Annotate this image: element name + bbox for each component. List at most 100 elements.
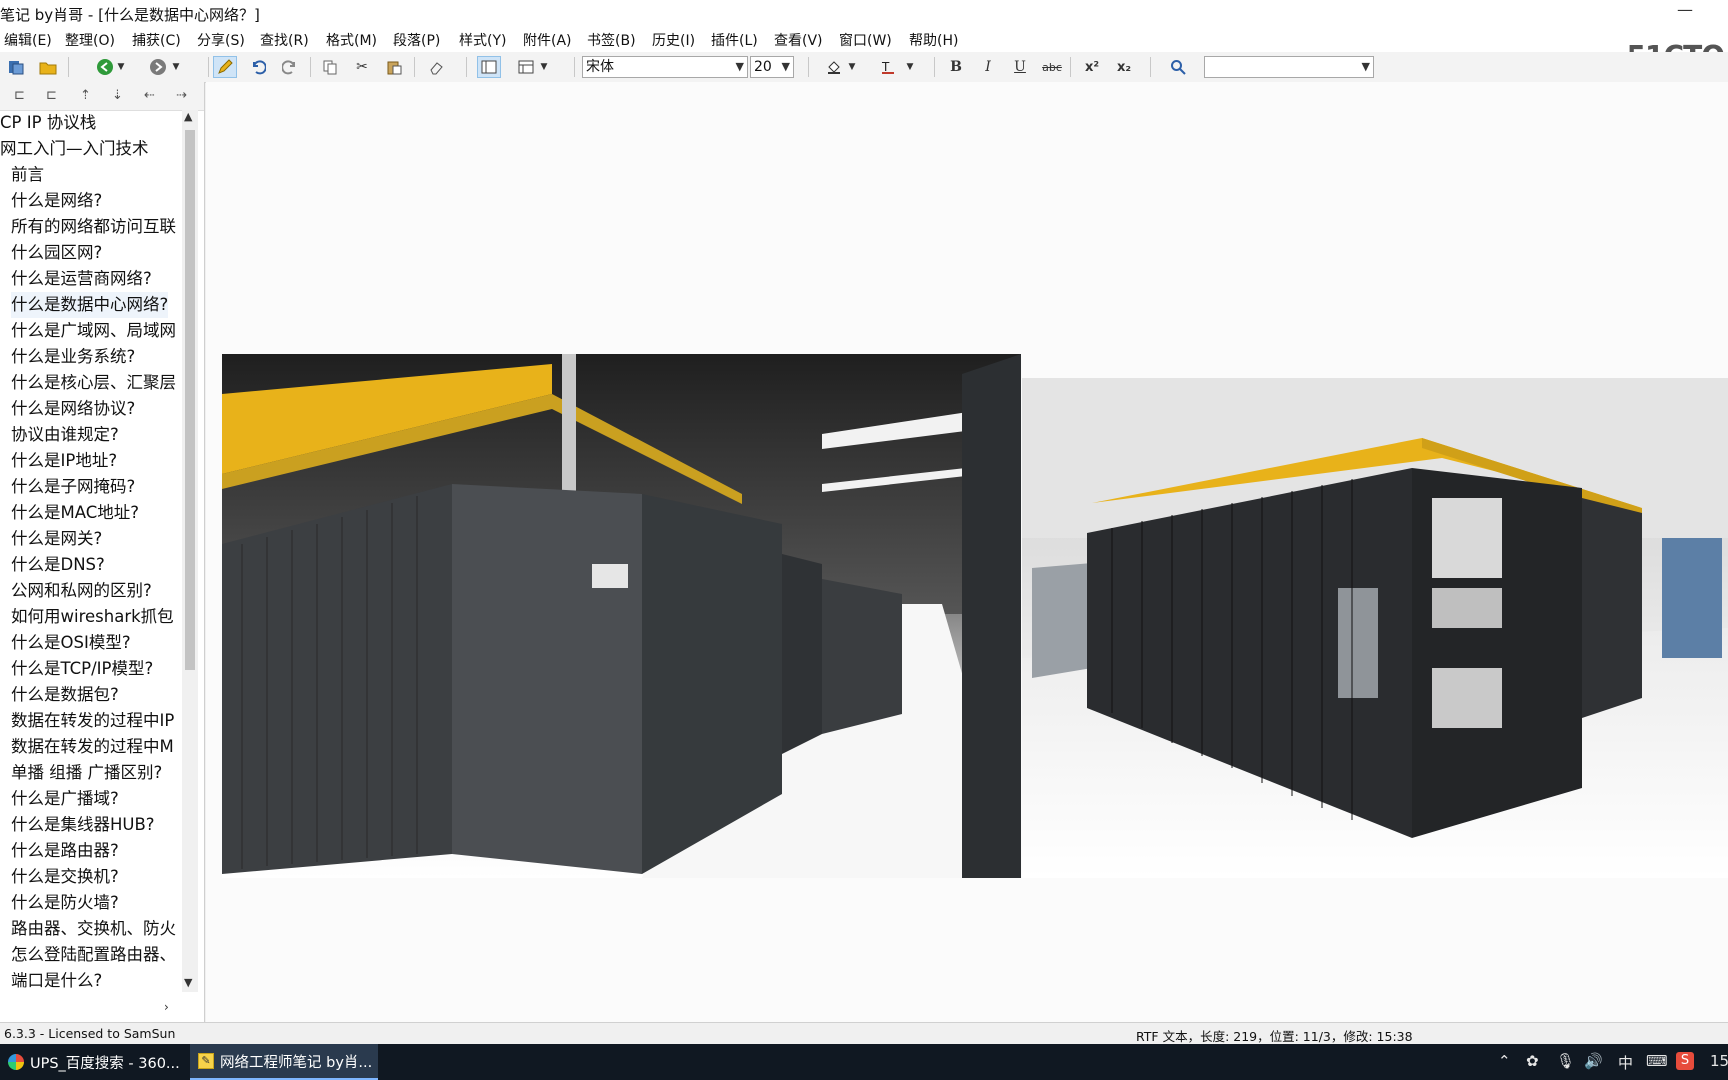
tree-item[interactable]: 路由器、交换机、防火 bbox=[11, 916, 176, 942]
underline-icon[interactable]: U bbox=[1008, 56, 1032, 78]
font-size-select[interactable]: 20 ▼ bbox=[750, 56, 794, 78]
indent-icon[interactable]: ⇢ bbox=[176, 88, 187, 103]
add-child-icon[interactable]: ⊏ bbox=[14, 88, 25, 103]
font-name-select[interactable]: 宋体 ▼ bbox=[582, 56, 748, 78]
tree-item[interactable]: CP IP 协议栈 bbox=[0, 110, 96, 136]
tree-item[interactable]: 什么是运营商网络? bbox=[11, 266, 152, 292]
scroll-right-icon[interactable]: › bbox=[164, 1000, 169, 1014]
text-color-icon[interactable]: T bbox=[876, 56, 900, 78]
italic-icon[interactable]: I bbox=[976, 56, 1000, 78]
show-hidden-icons-icon[interactable]: ⌃ bbox=[1498, 1052, 1511, 1070]
cut-icon[interactable]: ✂ bbox=[350, 56, 374, 78]
menu-plugins[interactable]: 插件(L) bbox=[711, 30, 758, 50]
pen-icon[interactable] bbox=[213, 56, 237, 78]
text-color-dropdown-icon[interactable]: ▼ bbox=[904, 56, 916, 78]
copy-icon[interactable] bbox=[318, 56, 342, 78]
forward-icon[interactable] bbox=[146, 56, 170, 78]
sogou-icon[interactable]: S bbox=[1676, 1052, 1694, 1070]
tree-item[interactable]: 什么是路由器? bbox=[11, 838, 119, 864]
input-method-indicator[interactable]: 中 bbox=[1618, 1052, 1633, 1073]
tree-item[interactable]: 数据在转发的过程中IP bbox=[11, 708, 174, 734]
table-icon[interactable] bbox=[514, 56, 538, 78]
table-dropdown-icon[interactable]: ▼ bbox=[538, 56, 550, 78]
tree-item[interactable]: 端口是什么? bbox=[11, 968, 102, 994]
tree-item[interactable]: 什么是网络协议? bbox=[11, 396, 135, 422]
menu-paragraph[interactable]: 段落(P) bbox=[393, 30, 440, 50]
tree-item[interactable]: 如何用wireshark抓包 bbox=[11, 604, 174, 630]
tree-item[interactable]: 什么是DNS? bbox=[11, 552, 105, 578]
menu-history[interactable]: 历史(I) bbox=[652, 30, 695, 50]
tree-item[interactable]: 所有的网络都访问互联 bbox=[11, 214, 176, 240]
menu-attachment[interactable]: 附件(A) bbox=[523, 30, 572, 50]
redo-icon[interactable] bbox=[278, 56, 302, 78]
volume-icon[interactable]: 🔊 bbox=[1584, 1052, 1603, 1070]
menu-share[interactable]: 分享(S) bbox=[197, 30, 245, 50]
forward-dropdown-icon[interactable]: ▼ bbox=[170, 56, 182, 78]
tree-scrollbar[interactable]: ▲ ▼ bbox=[182, 110, 198, 992]
tree-item[interactable]: 什么是MAC地址? bbox=[11, 500, 139, 526]
microphone-icon[interactable]: 🎙 bbox=[1556, 1052, 1575, 1070]
tree-item[interactable]: 协议由谁规定? bbox=[11, 422, 119, 448]
tree-item[interactable]: 什么是TCP/IP模型? bbox=[11, 656, 153, 682]
tree-item[interactable]: 什么是交换机? bbox=[11, 864, 119, 890]
menu-help[interactable]: 帮助(H) bbox=[909, 30, 958, 50]
tree-item[interactable]: 怎么登陆配置路由器、 bbox=[11, 942, 176, 968]
tree-item[interactable]: 网工入门—入门技术 bbox=[0, 136, 149, 162]
paste-icon[interactable] bbox=[382, 56, 406, 78]
open-folder-icon[interactable] bbox=[36, 56, 60, 78]
tree-item[interactable]: 公网和私网的区别? bbox=[11, 578, 152, 604]
tree-item[interactable]: 什么是IP地址? bbox=[11, 448, 117, 474]
menu-style[interactable]: 样式(Y) bbox=[459, 30, 506, 50]
superscript-icon[interactable]: x² bbox=[1080, 56, 1104, 78]
tree-item[interactable]: 什么是数据包? bbox=[11, 682, 119, 708]
tree-item[interactable]: 什么是业务系统? bbox=[11, 344, 135, 370]
move-down-icon[interactable]: ⇣ bbox=[112, 88, 123, 103]
subscript-icon[interactable]: x₂ bbox=[1112, 56, 1136, 78]
undo-icon[interactable] bbox=[246, 56, 270, 78]
back-dropdown-icon[interactable]: ▼ bbox=[115, 56, 127, 78]
fill-color-dropdown-icon[interactable]: ▼ bbox=[846, 56, 858, 78]
add-sibling-icon[interactable]: ⊏ bbox=[46, 88, 57, 103]
menu-edit[interactable]: 编辑(E) bbox=[4, 30, 52, 50]
tree-item[interactable]: 什么是防火墙? bbox=[11, 890, 119, 916]
note-editor[interactable] bbox=[206, 82, 1728, 1022]
tree-item[interactable]: 前言 bbox=[11, 162, 44, 188]
tree-item[interactable]: 什么是广域网、局域网 bbox=[11, 318, 176, 344]
tree-item[interactable]: 什么是网关? bbox=[11, 526, 102, 552]
menu-capture[interactable]: 捕获(C) bbox=[132, 30, 181, 50]
tree-item[interactable]: 什么是集线器HUB? bbox=[11, 812, 155, 838]
layout-icon[interactable] bbox=[477, 56, 501, 78]
taskbar-item-browser[interactable]: UPS_百度搜索 - 360... bbox=[0, 1044, 184, 1080]
menu-view[interactable]: 查看(V) bbox=[774, 30, 823, 50]
tree-item[interactable]: 什么是网络? bbox=[11, 188, 102, 214]
scroll-down-icon[interactable]: ▼ bbox=[184, 976, 192, 989]
bold-icon[interactable]: B bbox=[944, 56, 968, 78]
eraser-icon[interactable] bbox=[424, 56, 448, 78]
scrollbar-thumb[interactable] bbox=[185, 130, 195, 670]
menu-organize[interactable]: 整理(O) bbox=[65, 30, 115, 50]
search-icon[interactable] bbox=[1166, 56, 1190, 78]
menu-window[interactable]: 窗口(W) bbox=[839, 30, 892, 50]
app-tray-icon[interactable]: ✿ bbox=[1526, 1052, 1539, 1070]
tree-item[interactable]: 什么园区网? bbox=[11, 240, 102, 266]
menu-find[interactable]: 查找(R) bbox=[260, 30, 309, 50]
minimize-button[interactable]: — bbox=[1668, 0, 1702, 26]
tree-item[interactable]: 什么是OSI模型? bbox=[11, 630, 131, 656]
move-up-icon[interactable]: ⇡ bbox=[80, 88, 91, 103]
search-combo[interactable]: ▼ bbox=[1204, 56, 1374, 78]
menu-format[interactable]: 格式(M) bbox=[326, 30, 377, 50]
strikethrough-icon[interactable]: abc bbox=[1040, 56, 1064, 78]
outdent-icon[interactable]: ⇠ bbox=[144, 88, 155, 103]
tree-item[interactable]: 什么是子网掩码? bbox=[11, 474, 135, 500]
tree-item[interactable]: 单播 组播 广播区别? bbox=[11, 760, 162, 786]
menu-bookmark[interactable]: 书签(B) bbox=[587, 30, 636, 50]
clock[interactable]: 15 bbox=[1710, 1052, 1728, 1070]
new-note-icon[interactable] bbox=[4, 56, 28, 78]
tree-item[interactable]: 什么是广播域? bbox=[11, 786, 119, 812]
back-icon[interactable] bbox=[93, 56, 117, 78]
tree-item[interactable]: 什么是数据中心网络? bbox=[11, 292, 169, 318]
fill-color-icon[interactable] bbox=[822, 56, 846, 78]
tree-item[interactable]: 数据在转发的过程中M bbox=[11, 734, 174, 760]
scroll-up-icon[interactable]: ▲ bbox=[184, 110, 192, 123]
taskbar-item-notes[interactable]: ✎ 网络工程师笔记 by肖... bbox=[190, 1044, 378, 1080]
